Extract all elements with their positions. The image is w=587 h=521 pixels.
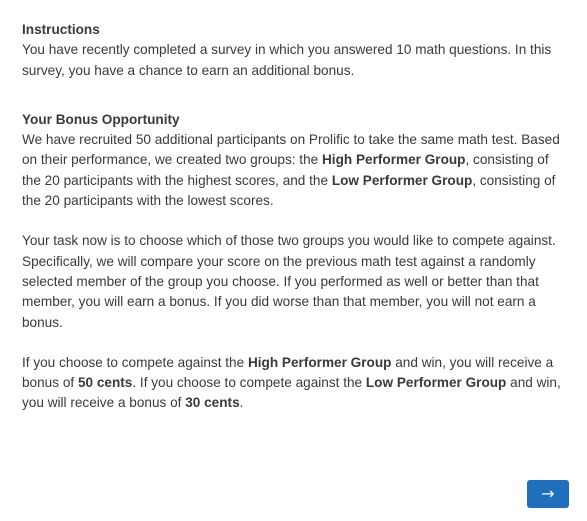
high-performer-group-label: High Performer Group <box>321 152 466 168</box>
bonus-paragraph-amounts: If you choose to compete against the Hig… <box>22 353 567 414</box>
survey-content: Instructions You have recently completed… <box>22 20 567 414</box>
bonus-paragraph-groups: We have recruited 50 additional particip… <box>22 130 567 211</box>
low-bonus-amount: 30 cents <box>185 395 240 411</box>
bonus-paragraph-task: Your task now is to choose which of thos… <box>22 233 556 330</box>
low-performer-group-label: Low Performer Group <box>331 172 473 188</box>
text-span: . If you choose to compete against the <box>132 375 366 391</box>
instructions-section: Instructions You have recently completed… <box>22 20 567 81</box>
text-span: If you choose to compete against the <box>22 354 248 370</box>
high-bonus-amount: 50 cents <box>77 375 133 391</box>
instructions-text: You have recently completed a survey in … <box>22 42 552 78</box>
bonus-heading: Your Bonus Opportunity <box>22 111 180 127</box>
high-performer-group-label: High Performer Group <box>247 354 392 370</box>
low-performer-group-label: Low Performer Group <box>365 375 507 391</box>
instructions-heading: Instructions <box>22 22 100 37</box>
next-button[interactable]: → <box>527 480 569 508</box>
text-span: . <box>239 395 244 411</box>
bonus-section: Your Bonus Opportunity We have recruited… <box>22 110 567 414</box>
